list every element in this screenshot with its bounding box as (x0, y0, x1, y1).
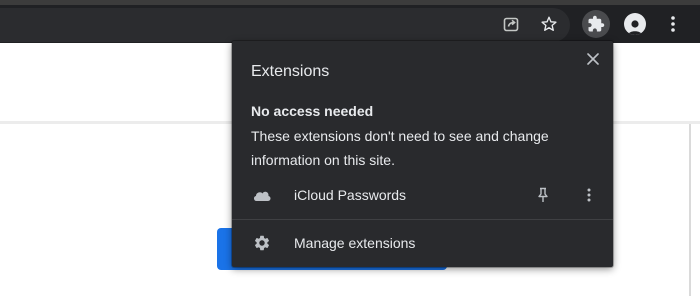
popup-title: Extensions (251, 63, 330, 80)
section-heading: No access needed (251, 103, 374, 119)
close-button[interactable] (581, 47, 605, 71)
profile-button[interactable] (621, 10, 649, 38)
section-description: These extensions don't need to see and c… (251, 128, 549, 168)
page-scrollbar[interactable] (689, 124, 691, 296)
browser-toolbar (0, 5, 700, 43)
gear-icon (254, 235, 270, 251)
extension-row-icloud-passwords[interactable]: iCloud Passwords (232, 179, 613, 211)
close-icon (587, 53, 599, 65)
browser-menu-button[interactable] (659, 10, 687, 38)
pin-button[interactable] (532, 184, 554, 206)
extension-name: iCloud Passwords (294, 187, 407, 203)
address-bar[interactable] (0, 8, 570, 42)
puzzle-icon (588, 15, 605, 32)
extensions-popup: Extensions No access needed These extens… (232, 41, 613, 267)
star-icon (541, 16, 557, 31)
share-icon (503, 17, 519, 32)
bookmark-star-button[interactable] (535, 10, 563, 38)
popup-divider (232, 219, 613, 220)
avatar (624, 13, 646, 35)
more-vert-icon (587, 188, 591, 202)
extensions-button[interactable] (582, 10, 610, 38)
more-vert-icon (671, 16, 675, 32)
manage-extensions-label: Manage extensions (294, 235, 416, 251)
share-button[interactable] (497, 10, 525, 38)
account-icon (628, 20, 642, 35)
pin-icon (538, 187, 548, 202)
extension-more-button[interactable] (578, 184, 600, 206)
cloud-icon (253, 191, 271, 201)
manage-extensions-button[interactable]: Manage extensions (232, 227, 613, 259)
